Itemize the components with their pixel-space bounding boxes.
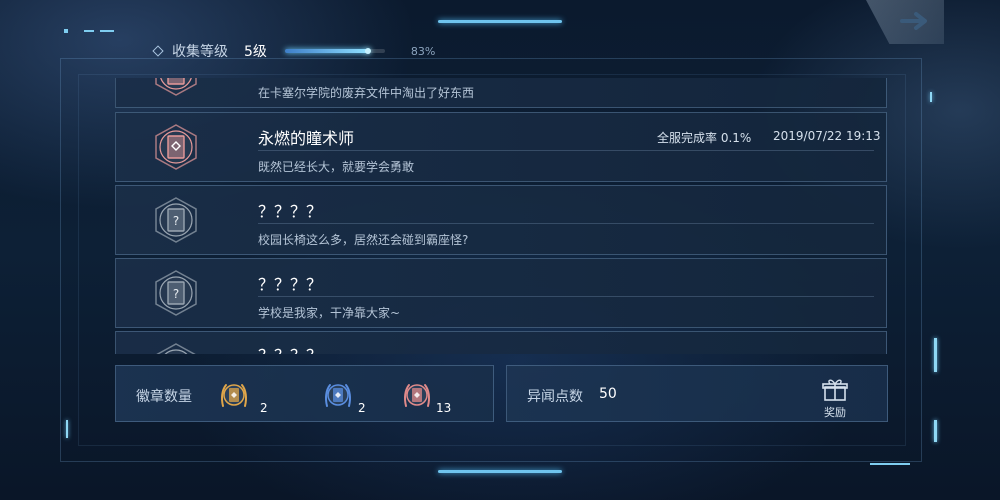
side-accent [930, 92, 932, 102]
points-panel: 异闻点数 50 奖励 [506, 365, 888, 422]
badge-count-label: 徽章数量 [136, 389, 192, 405]
pink-badge-icon [404, 384, 430, 407]
pink-badge-count: 13 [436, 401, 452, 415]
achievement-desc: 既然已经长大，就要学会勇敢 [258, 160, 415, 174]
collection-level-header: 收集等级 5级 83% [152, 40, 436, 62]
achievement-row[interactable]: ? ？？？？ [115, 331, 887, 354]
locked-badge-icon: ? [155, 197, 197, 243]
achievement-title: ？？？？ [258, 275, 323, 294]
collection-level-label: 收集等级 [172, 44, 228, 60]
corner-dash [84, 30, 94, 32]
gold-badge-count: 2 [260, 401, 268, 415]
achievement-row[interactable]: ? ？？？？ 校园长椅这么多，居然还会碰到霸座怪? [115, 185, 887, 255]
collection-progress-percent: 83% [410, 44, 436, 58]
completion-date: 2019/07/22 19:13 [773, 129, 881, 143]
collection-level-value: 5级 [244, 44, 267, 60]
progress-fill [284, 49, 368, 53]
locked-badge-icon: ? [156, 343, 196, 354]
achievement-title: ？？？？ [258, 342, 322, 354]
achievement-badge-icon [155, 124, 197, 170]
completion-rate: 全服完成率 0.1% [657, 131, 752, 145]
achievement-badge-icon [155, 78, 197, 96]
corner-dash [100, 30, 114, 32]
achievement-desc: 在卡塞尔学院的废弃文件中淘出了好东西 [258, 86, 475, 100]
locked-badge-icon: ? [155, 270, 197, 316]
corner-dot [64, 29, 68, 33]
achievement-title: 永燃的瞳术师 [258, 129, 355, 148]
back-button[interactable] [866, 0, 944, 44]
progress-knob [364, 48, 371, 54]
achievement-title: ？？？？ [258, 202, 323, 221]
corner-dash [870, 463, 910, 465]
row-divider [258, 296, 874, 297]
bottom-accent-bar [438, 470, 562, 473]
diamond-icon [152, 45, 164, 57]
side-accent [934, 338, 937, 372]
achievement-desc: 学校是我家，干净靠大家~ [258, 306, 401, 320]
gold-badge-icon [221, 384, 247, 407]
row-divider [258, 223, 874, 224]
arrow-right-icon [900, 12, 927, 30]
badge-count-panel: 徽章数量 2 2 13 [115, 365, 494, 422]
points-label: 异闻点数 [527, 389, 583, 405]
side-accent [66, 420, 68, 438]
side-accent [934, 420, 937, 442]
top-accent-bar [438, 20, 562, 23]
gift-icon[interactable] [821, 378, 849, 402]
reward-button-label[interactable]: 奖励 [821, 404, 849, 420]
achievement-desc: 校园长椅这么多，居然还会碰到霸座怪? [258, 233, 469, 247]
points-value: 50 [599, 386, 617, 402]
row-divider [258, 150, 874, 151]
achievement-list[interactable]: 在卡塞尔学院的废弃文件中淘出了好东西 永燃的瞳术师 全服完成率 0.1% 201… [115, 78, 887, 354]
achievement-row[interactable]: ? ？？？？ 学校是我家，干净靠大家~ [115, 258, 887, 328]
blue-badge-count: 2 [358, 401, 366, 415]
achievement-row[interactable]: 永燃的瞳术师 全服完成率 0.1% 2019/07/22 19:13 既然已经长… [115, 112, 887, 182]
collection-progress-bar [284, 48, 385, 54]
svg-text:?: ? [173, 214, 179, 228]
achievement-row[interactable]: 在卡塞尔学院的废弃文件中淘出了好东西 [115, 78, 887, 108]
svg-text:?: ? [173, 287, 179, 301]
blue-badge-icon [325, 384, 351, 407]
